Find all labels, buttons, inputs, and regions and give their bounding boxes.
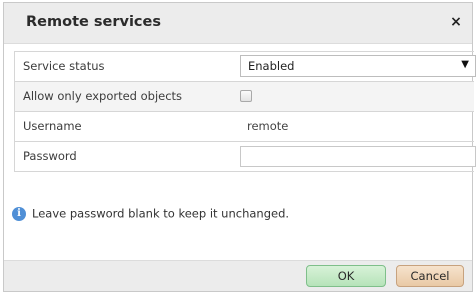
allow-exported-checkbox[interactable] — [240, 90, 252, 102]
info-message: i Leave password blank to keep it unchang… — [12, 206, 289, 221]
row-password: Password — [14, 142, 476, 172]
dialog-footer: OK Cancel — [4, 260, 472, 291]
service-status-value: Enabled — [248, 59, 295, 73]
password-field[interactable] — [240, 146, 476, 167]
dialog-title: Remote services — [26, 14, 161, 30]
row-service-status: Service status Enabled ▼ — [14, 52, 476, 82]
row-allow-exported: Allow only exported objects — [14, 82, 474, 112]
service-status-select[interactable]: Enabled ▼ — [240, 55, 476, 77]
dropdown-arrow-icon: ▼ — [461, 59, 469, 70]
cancel-button[interactable]: Cancel — [396, 265, 464, 287]
password-label: Password — [23, 149, 77, 163]
info-icon: i — [12, 206, 26, 221]
settings-grid: Service status Enabled ▼ Allow only expo… — [14, 51, 476, 172]
dialog-titlebar: Remote services × — [4, 3, 472, 44]
info-text: Leave password blank to keep it unchange… — [32, 206, 290, 221]
service-status-label: Service status — [23, 59, 105, 73]
remote-services-dialog: Remote services × Service status Enabled… — [3, 2, 476, 292]
username-label: Username — [23, 119, 82, 133]
ok-button[interactable]: OK — [306, 265, 386, 287]
username-value: remote — [247, 119, 289, 133]
row-username: Username remote — [14, 112, 474, 142]
close-icon[interactable]: × — [448, 14, 464, 30]
allow-exported-label: Allow only exported objects — [23, 89, 183, 103]
